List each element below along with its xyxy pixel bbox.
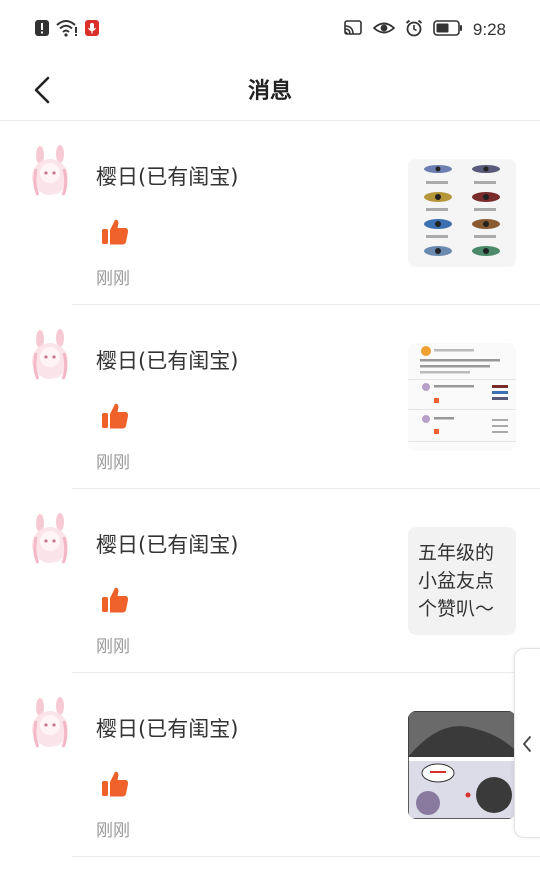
user-name[interactable]: 樱日(已有闺宝) [96, 161, 238, 191]
thumbs-up-icon [102, 771, 129, 797]
avatar[interactable] [28, 513, 74, 567]
timestamp: 刚刚 [96, 821, 130, 841]
avatar[interactable] [28, 329, 74, 383]
message-row[interactable]: 樱日(已有闺宝) 刚刚 [0, 121, 540, 305]
thumbs-up-icon [102, 587, 129, 613]
cast-icon [343, 19, 363, 41]
timestamp: 刚刚 [96, 637, 130, 657]
side-drawer-handle[interactable] [514, 648, 540, 838]
message-row[interactable]: 樱日(已有闺宝) 刚刚 [0, 305, 540, 489]
clock: 9:28 [472, 20, 506, 39]
user-name[interactable]: 樱日(已有闺宝) [96, 345, 238, 375]
alert-icon [34, 19, 50, 41]
battery-icon [433, 19, 463, 41]
post-thumbnail[interactable] [408, 343, 516, 451]
user-name[interactable]: 樱日(已有闺宝) [96, 713, 238, 743]
alarm-icon [405, 19, 423, 41]
message-list: 樱日(已有闺宝) 刚刚 樱日(已有闺宝) 刚刚 樱日(已有闺宝) 刚刚 五年级的… [0, 121, 540, 857]
status-bar: 9:28 [0, 0, 540, 60]
post-text-preview[interactable]: 五年级的小盆友点个赞叭～ [408, 527, 516, 635]
message-row[interactable]: 樱日(已有闺宝) 刚刚 五年级的小盆友点个赞叭～ [0, 489, 540, 673]
post-thumbnail[interactable] [408, 711, 516, 819]
timestamp: 刚刚 [96, 453, 130, 473]
eye-icon [372, 19, 396, 41]
mic-icon [84, 19, 100, 41]
message-row[interactable]: 樱日(已有闺宝) 刚刚 [0, 673, 540, 857]
thumbs-up-icon [102, 219, 129, 245]
header: 消息 [0, 60, 540, 121]
avatar[interactable] [28, 145, 74, 199]
timestamp: 刚刚 [96, 269, 130, 289]
user-name[interactable]: 樱日(已有闺宝) [96, 529, 238, 559]
avatar[interactable] [28, 697, 74, 751]
page-title: 消息 [247, 79, 292, 104]
wifi-warning-icon [56, 19, 78, 41]
row-divider [72, 856, 540, 857]
post-thumbnail[interactable] [408, 159, 516, 267]
thumbs-up-icon [102, 403, 129, 429]
chevron-left-icon [522, 736, 531, 752]
